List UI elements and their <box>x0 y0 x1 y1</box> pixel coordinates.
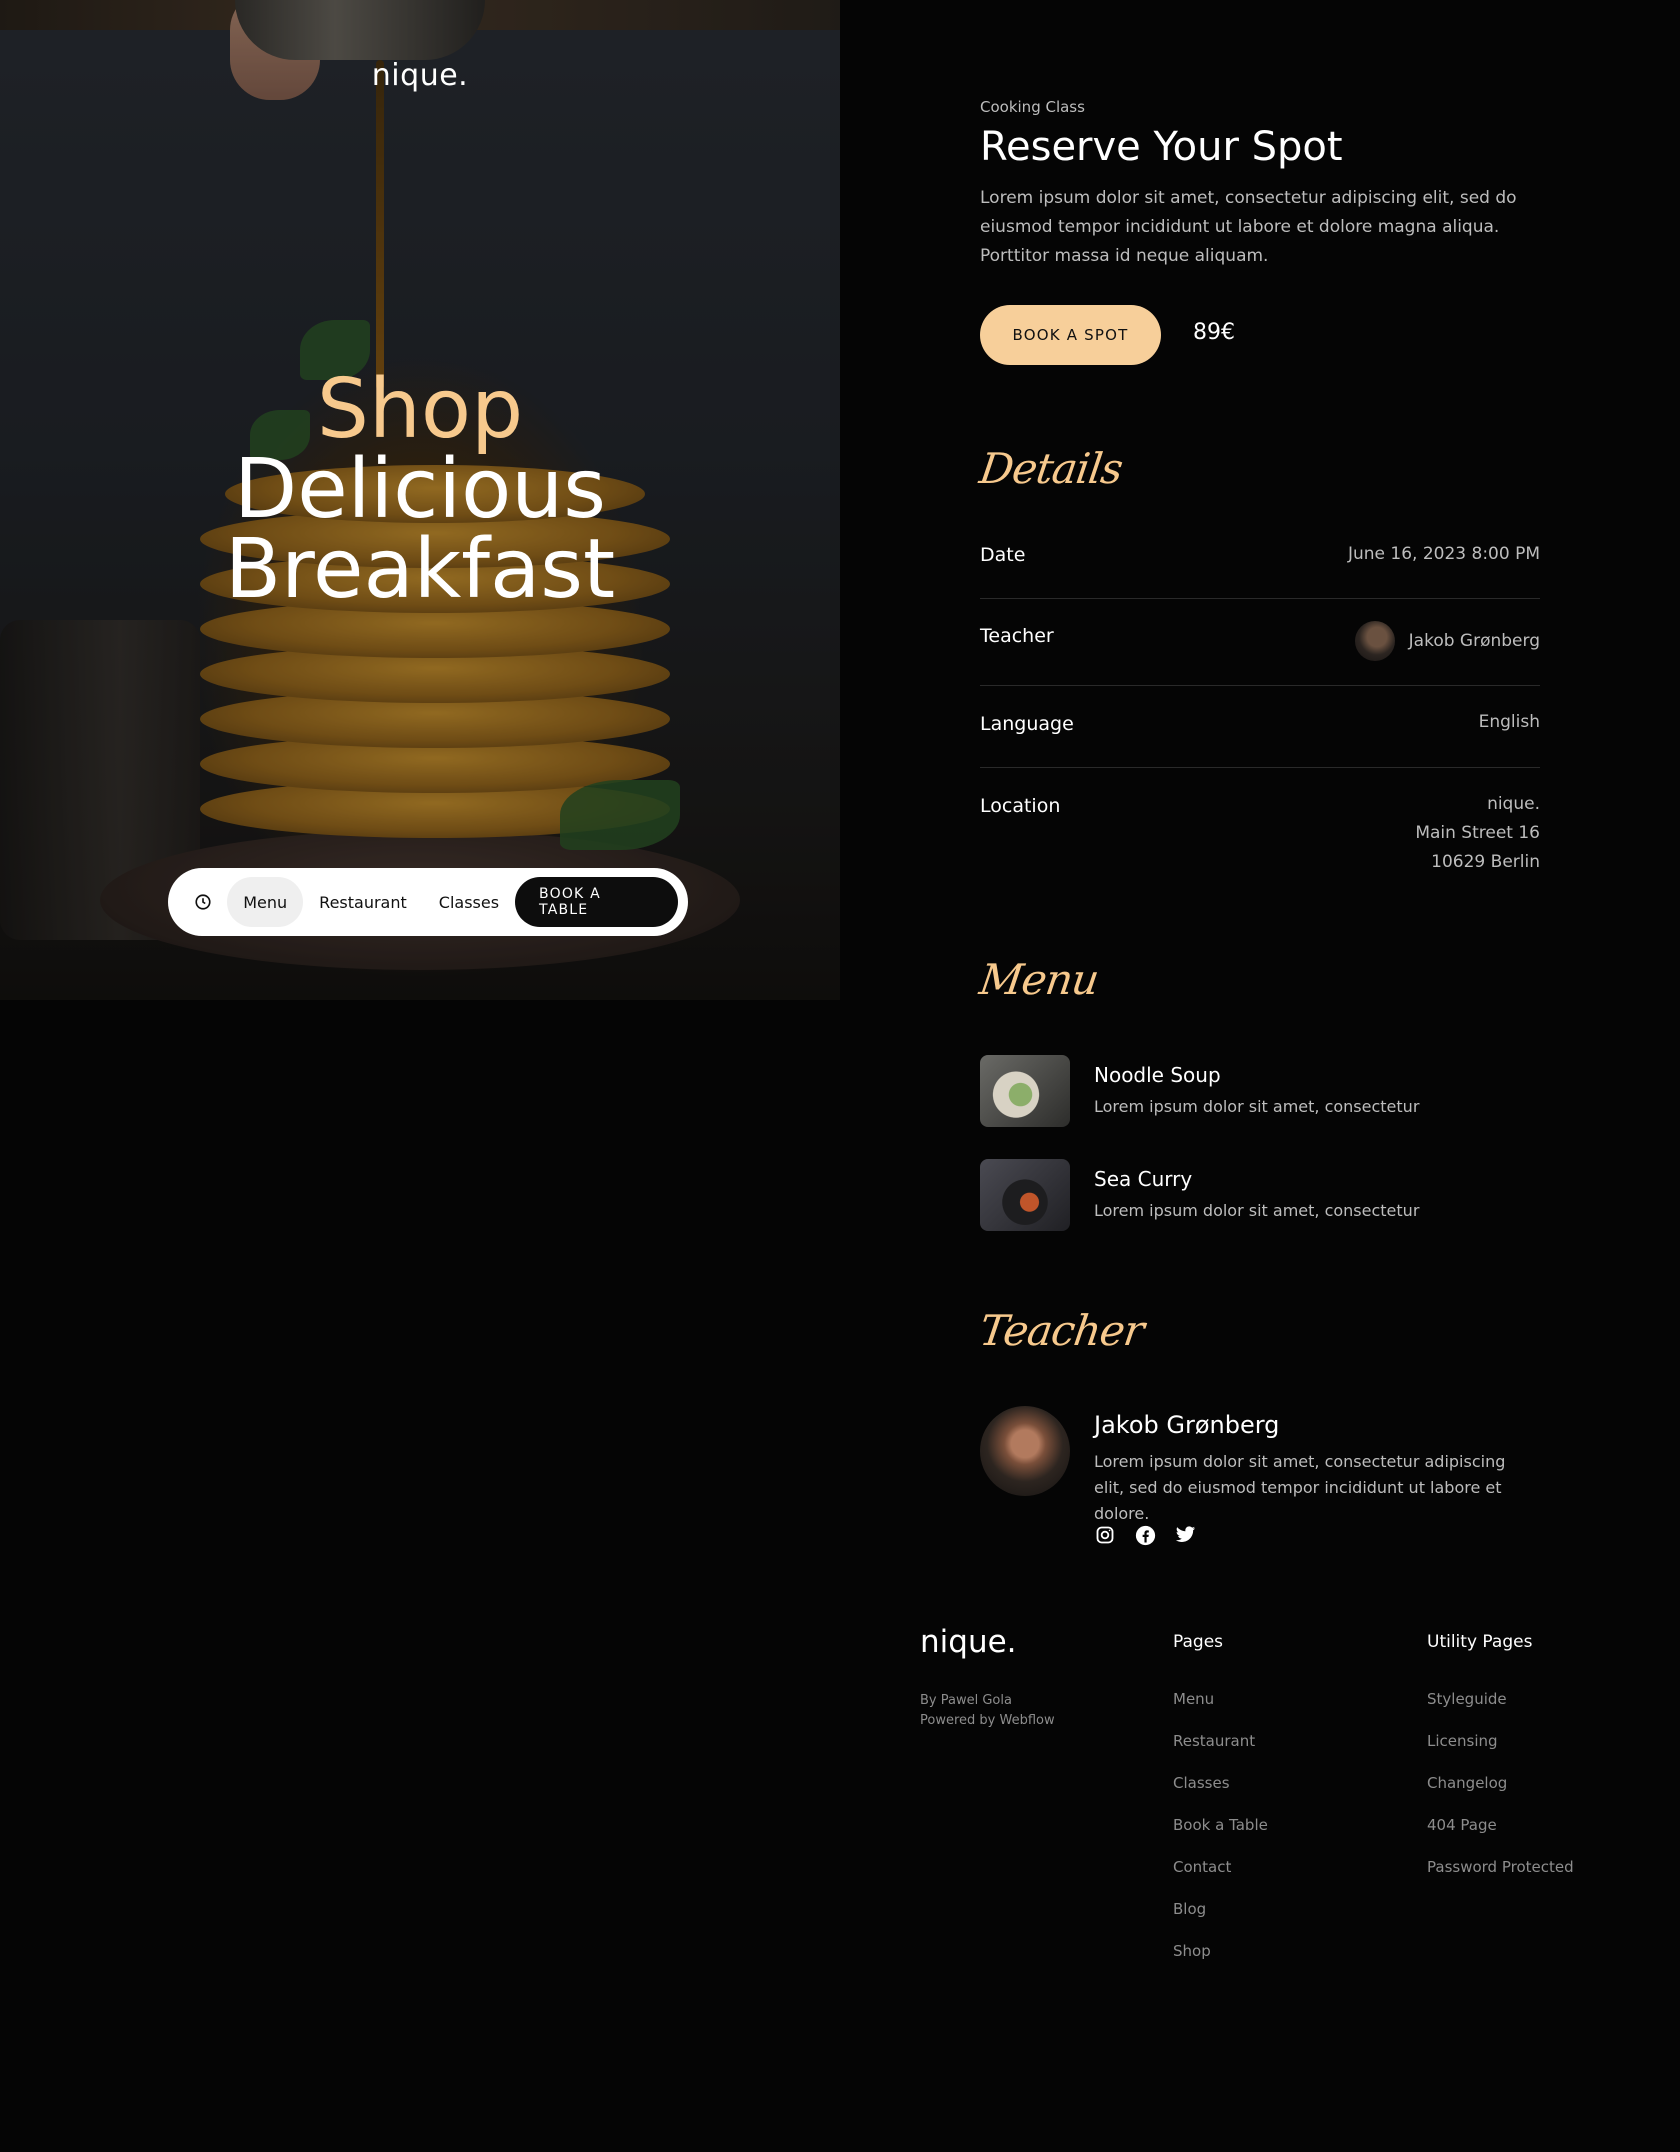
detail-label: Teacher <box>980 625 1054 647</box>
avatar <box>1354 621 1395 661</box>
hero-title: Shop Delicious Breakfast <box>0 362 840 617</box>
footer-pages-column: Pages Menu Restaurant Classes Book a Tab… <box>1173 1632 1268 1960</box>
footer-credits: By Pawel Gola Powered by Webflow <box>920 1691 1055 1731</box>
detail-label: Language <box>980 713 1074 735</box>
detail-value: nique. Main Street 16 10629 Berlin <box>1415 790 1540 877</box>
detail-label: Location <box>980 795 1061 817</box>
instagram-icon[interactable] <box>1094 1524 1116 1546</box>
menu-item-title: Sea Curry <box>1094 1167 1193 1191</box>
clock-icon[interactable] <box>178 877 227 927</box>
menu-item-desc: Lorem ipsum dolor sit amet, consectetur <box>1094 1097 1420 1116</box>
footer-link[interactable]: Shop <box>1173 1942 1268 1984</box>
nav-link-restaurant[interactable]: Restaurant <box>303 877 423 927</box>
teacher-name: Jakob Grønberg <box>1094 1411 1280 1439</box>
footer-column-heading: Utility Pages <box>1427 1632 1533 1652</box>
price-label: 89€ <box>1193 320 1235 345</box>
teacher-avatar <box>980 1406 1070 1496</box>
footer-link[interactable]: Blog <box>1173 1900 1268 1942</box>
menu-item-title: Noodle Soup <box>1094 1063 1221 1087</box>
detail-row-language: Language English <box>980 686 1540 768</box>
menu-item-image <box>980 1159 1070 1231</box>
footer-link[interactable]: Restaurant <box>1173 1732 1268 1774</box>
footer-logo[interactable]: nique. <box>920 1624 1017 1660</box>
footer-link[interactable]: Changelog <box>1427 1774 1574 1816</box>
teacher-heading: Teacher <box>976 1306 1147 1355</box>
book-table-button[interactable]: BOOK A TABLE <box>515 877 678 927</box>
detail-value: English <box>1478 712 1540 732</box>
teacher-name-link[interactable]: Jakob Grønberg <box>1409 627 1540 656</box>
menu-item[interactable]: Noodle Soup Lorem ipsum dolor sit amet, … <box>980 1055 1540 1129</box>
book-spot-button[interactable]: BOOK A SPOT <box>980 305 1161 365</box>
nav-link-classes[interactable]: Classes <box>423 877 515 927</box>
hero-logo[interactable]: nique. <box>0 58 840 93</box>
detail-value[interactable]: Jakob Grønberg <box>1354 621 1540 661</box>
detail-value: June 16, 2023 8:00 PM <box>1347 544 1540 564</box>
hero-title-line3: Breakfast <box>224 522 616 617</box>
social-links <box>1094 1524 1196 1546</box>
footer-author[interactable]: By Pawel Gola <box>920 1691 1055 1711</box>
footer-column-heading: Pages <box>1173 1632 1224 1652</box>
footer-link[interactable]: Contact <box>1173 1858 1268 1900</box>
detail-row-location: Location nique. Main Street 16 10629 Ber… <box>980 768 1540 888</box>
footer-link[interactable]: Styleguide <box>1427 1690 1574 1732</box>
hero-title-line2: Delicious <box>234 442 606 537</box>
teacher-bio: Lorem ipsum dolor sit amet, consectetur … <box>1094 1452 1506 1523</box>
nav-link-menu[interactable]: Menu <box>227 877 304 927</box>
details-heading: Details <box>976 444 1126 493</box>
facebook-icon[interactable] <box>1134 1524 1156 1546</box>
hero-section: nique. Shop Delicious Breakfast Menu Res… <box>0 0 840 1000</box>
menu-item[interactable]: Sea Curry Lorem ipsum dolor sit amet, co… <box>980 1159 1540 1233</box>
twitter-icon[interactable] <box>1174 1524 1196 1546</box>
menu-item-image <box>980 1055 1070 1127</box>
main-nav: Menu Restaurant Classes BOOK A TABLE <box>168 868 688 936</box>
detail-row-date: Date June 16, 2023 8:00 PM <box>980 540 1540 599</box>
menu-heading: Menu <box>976 955 1102 1004</box>
location-line: nique. <box>1487 794 1540 814</box>
hero-title-line1: Shop <box>316 362 524 457</box>
footer-link[interactable]: Menu <box>1173 1690 1268 1732</box>
eyebrow-label: Cooking Class <box>980 98 1085 116</box>
detail-label: Date <box>980 544 1026 566</box>
page-title: Reserve Your Spot <box>980 124 1343 170</box>
location-line: 10629 Berlin <box>1431 852 1540 872</box>
detail-row-teacher: Teacher Jakob Grønberg <box>980 599 1540 686</box>
footer-link[interactable]: 404 Page <box>1427 1816 1574 1858</box>
footer-link[interactable]: Book a Table <box>1173 1816 1268 1858</box>
intro-text: Lorem ipsum dolor sit amet, consectetur … <box>980 188 1517 266</box>
footer-powered[interactable]: Powered by Webflow <box>920 1711 1055 1731</box>
footer-link[interactable]: Password Protected <box>1427 1858 1574 1900</box>
footer-link[interactable]: Classes <box>1173 1774 1268 1816</box>
footer-link[interactable]: Licensing <box>1427 1732 1574 1774</box>
menu-item-desc: Lorem ipsum dolor sit amet, consectetur <box>1094 1201 1420 1220</box>
footer-utility-column: Utility Pages Styleguide Licensing Chang… <box>1427 1632 1574 1876</box>
location-line: Main Street 16 <box>1415 823 1540 843</box>
